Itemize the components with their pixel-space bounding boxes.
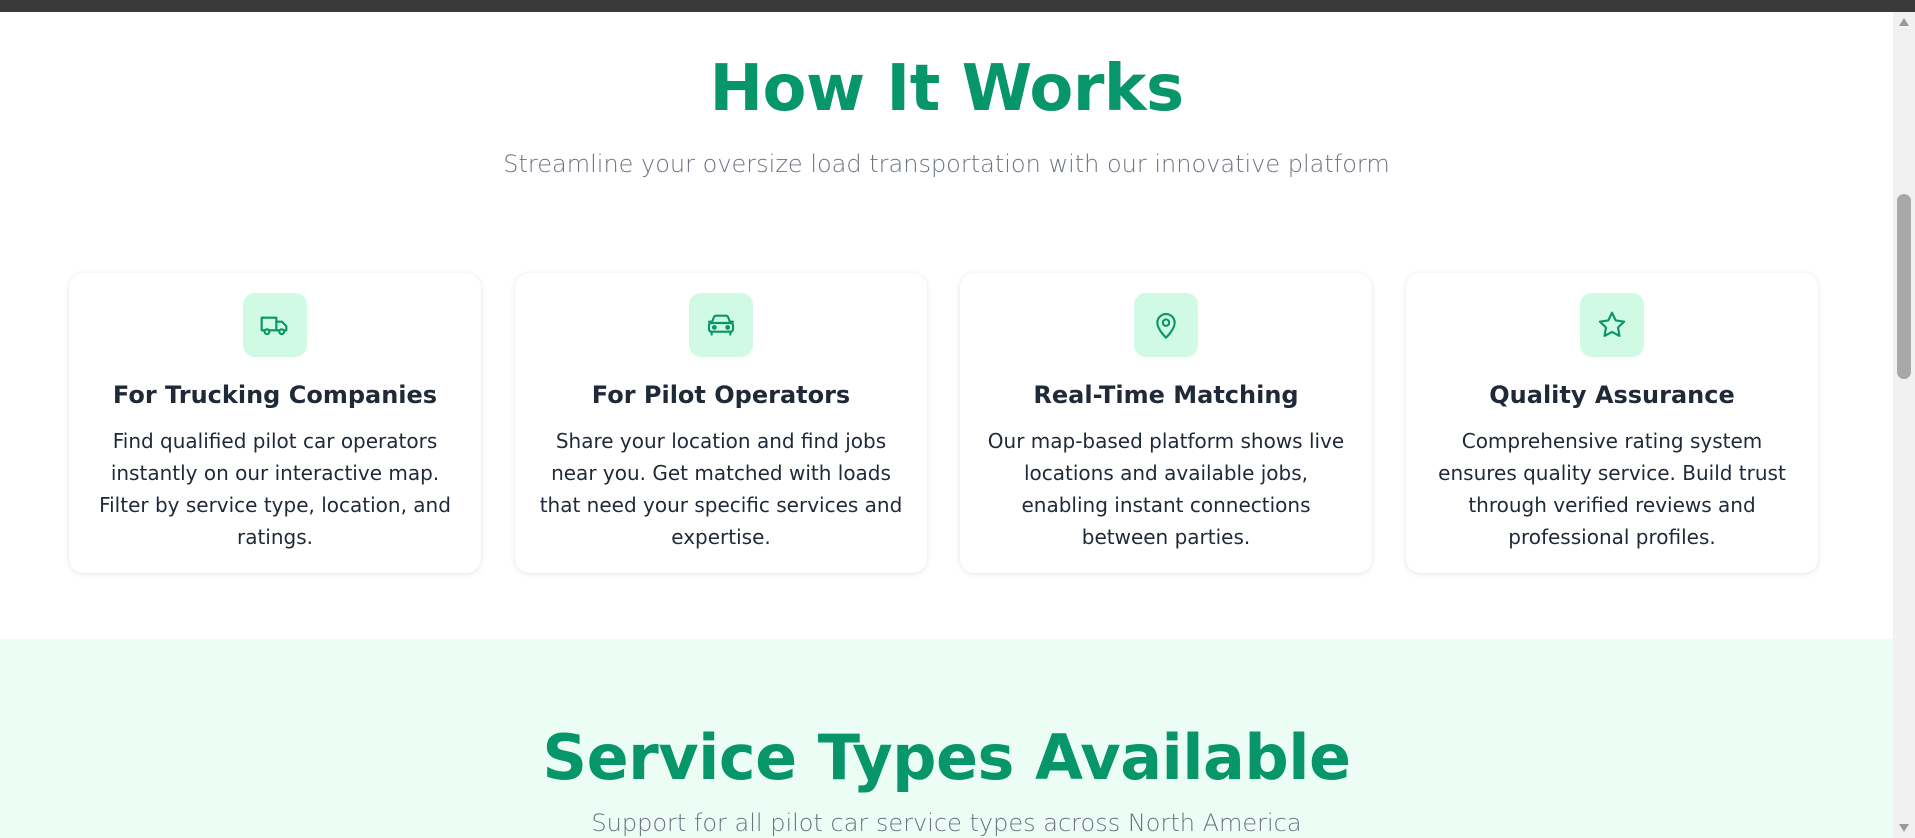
section-subtitle: Streamline your oversize load transporta… [503,150,1390,178]
section-title: How It Works [709,52,1184,126]
scroll-down-arrow-icon[interactable] [1899,824,1909,832]
star-icon [1580,293,1644,357]
card-title: Real-Time Matching [1033,381,1299,409]
card-description: Share your location and find jobs near y… [539,429,903,549]
feature-card-quality-assurance: Quality Assurance Comprehensive rating s… [1406,273,1818,573]
how-it-works-section: How It Works Streamline your oversize lo… [0,12,1893,639]
browser-top-bar [0,0,1915,12]
section-title: Service Types Available [542,721,1351,794]
scrollbar-thumb[interactable] [1897,194,1911,379]
card-description: Find qualified pilot car operators insta… [99,429,451,549]
vertical-scrollbar[interactable] [1893,12,1915,838]
feature-card-trucking: For Trucking Companies Find qualified pi… [69,273,481,573]
feature-card-pilot-operators: For Pilot Operators Share your location … [515,273,927,573]
card-title: For Trucking Companies [112,381,438,409]
service-types-section: Service Types Available Support for all … [0,639,1893,838]
car-icon [689,293,753,357]
card-description: Comprehensive rating system ensures qual… [1438,429,1786,549]
card-description: Our map-based platform shows live locati… [987,429,1345,549]
page-content: How It Works Streamline your oversize lo… [0,12,1893,838]
card-title: For Pilot Operators [591,381,851,409]
map-pin-icon [1134,293,1198,357]
card-title: Quality Assurance [1489,381,1735,409]
scroll-up-arrow-icon[interactable] [1899,18,1909,26]
feature-card-real-time-matching: Real-Time Matching Our map-based platfor… [960,273,1372,573]
section-subtitle: Support for all pilot car service types … [591,809,1302,837]
truck-icon [243,293,307,357]
feature-cards: For Trucking Companies Find qualified pi… [69,273,1819,573]
